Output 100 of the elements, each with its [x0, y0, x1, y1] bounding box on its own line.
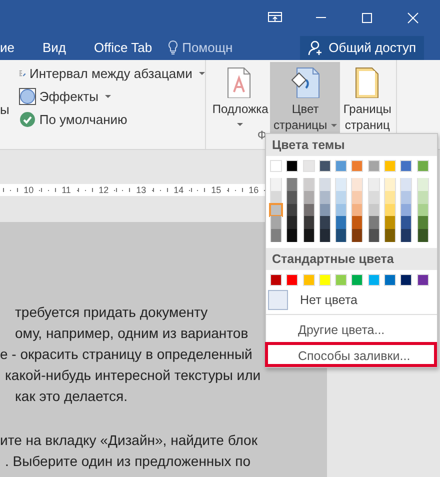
color-swatch[interactable]: [335, 274, 348, 286]
section-heading: Стандартные цвета: [266, 248, 437, 270]
share-button[interactable]: Общий доступ: [300, 36, 424, 60]
color-swatch[interactable]: [318, 178, 331, 191]
color-swatch[interactable]: [335, 160, 348, 172]
ruler-number: 15: [211, 185, 222, 195]
text-line: . Выберите один из предложенных по: [4, 452, 250, 471]
color-swatch[interactable]: [416, 229, 429, 242]
color-swatch[interactable]: [400, 216, 412, 230]
color-swatch[interactable]: [351, 229, 364, 242]
color-swatch[interactable]: [270, 216, 282, 230]
color-swatch[interactable]: [384, 229, 396, 242]
color-swatch[interactable]: [286, 190, 298, 204]
color-swatch[interactable]: [318, 229, 331, 242]
section-heading: Цвета темы: [266, 134, 437, 156]
minimize-icon: [316, 17, 326, 18]
ribbon-button[interactable]: Цвет страницы: [270, 62, 340, 133]
no-color-option[interactable]: Нет цвета: [266, 290, 437, 312]
color-swatch[interactable]: [416, 274, 429, 286]
color-swatch[interactable]: [384, 178, 396, 191]
color-swatch[interactable]: [286, 160, 298, 172]
ruler-number: 12: [98, 185, 109, 195]
color-swatch[interactable]: [302, 178, 315, 191]
color-swatch[interactable]: [416, 190, 429, 204]
ribbon-command[interactable]: Эффекты: [19, 87, 206, 106]
color-swatch[interactable]: [302, 190, 315, 204]
color-swatch[interactable]: [351, 178, 364, 191]
ribbon-button[interactable]: Границы страниц: [340, 62, 394, 133]
text-line: какой-нибудь интересной текстуры или: [4, 366, 261, 385]
color-swatch[interactable]: [400, 229, 412, 242]
color-swatch[interactable]: [302, 160, 315, 172]
color-swatch[interactable]: [368, 178, 380, 191]
help-search-label[interactable]: Помощн: [182, 40, 233, 55]
color-swatch[interactable]: [416, 216, 429, 230]
color-swatch[interactable]: [318, 216, 331, 230]
color-swatch[interactable]: [286, 274, 298, 286]
ruler-number: 16: [248, 185, 259, 195]
ribbon-tab[interactable]: ие: [0, 35, 28, 60]
ribbon-command[interactable]: По умолчанию: [19, 110, 206, 129]
color-swatch[interactable]: [302, 204, 315, 216]
color-swatch[interactable]: [368, 190, 380, 204]
color-swatch[interactable]: [400, 274, 412, 286]
color-swatch[interactable]: [400, 204, 412, 216]
color-swatch[interactable]: [270, 190, 282, 204]
color-swatch[interactable]: [416, 160, 429, 172]
color-swatch[interactable]: [351, 274, 364, 286]
color-swatch[interactable]: [368, 229, 380, 242]
color-swatch[interactable]: [384, 216, 396, 230]
color-swatch[interactable]: [286, 229, 298, 242]
menu-item[interactable]: Другие цвета...: [266, 316, 437, 342]
color-swatch[interactable]: [318, 204, 331, 216]
ribbon-tab[interactable]: Office Tab: [80, 35, 166, 60]
color-swatch[interactable]: [368, 160, 380, 172]
color-swatch[interactable]: [368, 216, 380, 230]
color-swatch[interactable]: [286, 216, 298, 230]
color-swatch[interactable]: [318, 190, 331, 204]
color-swatch[interactable]: [335, 178, 348, 191]
color-swatch[interactable]: [351, 160, 364, 172]
color-swatch[interactable]: [384, 204, 396, 216]
color-swatch[interactable]: [302, 229, 315, 242]
color-swatch[interactable]: [400, 178, 412, 191]
color-swatch[interactable]: [400, 160, 412, 172]
ribbon-command[interactable]: Интервал между абзацами: [19, 64, 206, 83]
color-swatch[interactable]: [286, 178, 298, 191]
color-swatch[interactable]: [335, 216, 348, 230]
color-swatch[interactable]: [335, 190, 348, 204]
color-swatch[interactable]: [286, 204, 298, 216]
text-line: е - окрасить страницу в определенный: [0, 345, 252, 364]
text-line: ому, например, одним из вариантов: [14, 324, 248, 343]
color-swatch[interactable]: [384, 190, 396, 204]
color-swatch[interactable]: [368, 274, 380, 286]
text-line: как это делается.: [14, 387, 128, 406]
color-swatch[interactable]: [416, 178, 429, 191]
color-swatch[interactable]: [351, 216, 364, 230]
menu-item[interactable]: Способы заливки...: [265, 342, 437, 367]
color-swatch[interactable]: [400, 190, 412, 204]
color-swatch[interactable]: [270, 204, 282, 216]
color-swatch[interactable]: [351, 204, 364, 216]
color-swatch[interactable]: [384, 160, 396, 172]
ribbon-tab[interactable]: Вид: [28, 35, 80, 60]
color-swatch[interactable]: [351, 190, 364, 204]
text-line: ите на вкладку «Дизайн», найдите блок: [0, 431, 258, 450]
color-swatch[interactable]: [302, 216, 315, 230]
color-swatch[interactable]: [416, 204, 429, 216]
color-swatch[interactable]: [335, 229, 348, 242]
color-swatch[interactable]: [302, 274, 315, 286]
ruler-number: 11: [62, 185, 71, 195]
color-swatch[interactable]: [384, 274, 396, 286]
color-swatch[interactable]: [270, 160, 282, 172]
color-swatch[interactable]: [318, 160, 331, 172]
color-swatch[interactable]: [270, 274, 282, 286]
color-swatch[interactable]: [368, 204, 380, 216]
color-swatch[interactable]: [270, 229, 282, 242]
text-line: требуется придать документу: [14, 303, 208, 322]
lightbulb-icon: [168, 40, 178, 55]
color-swatch[interactable]: [335, 204, 348, 216]
color-swatch[interactable]: [318, 274, 331, 286]
checkmark-icon: [19, 111, 36, 128]
color-swatch[interactable]: [270, 178, 282, 191]
close-icon: [405, 10, 421, 26]
